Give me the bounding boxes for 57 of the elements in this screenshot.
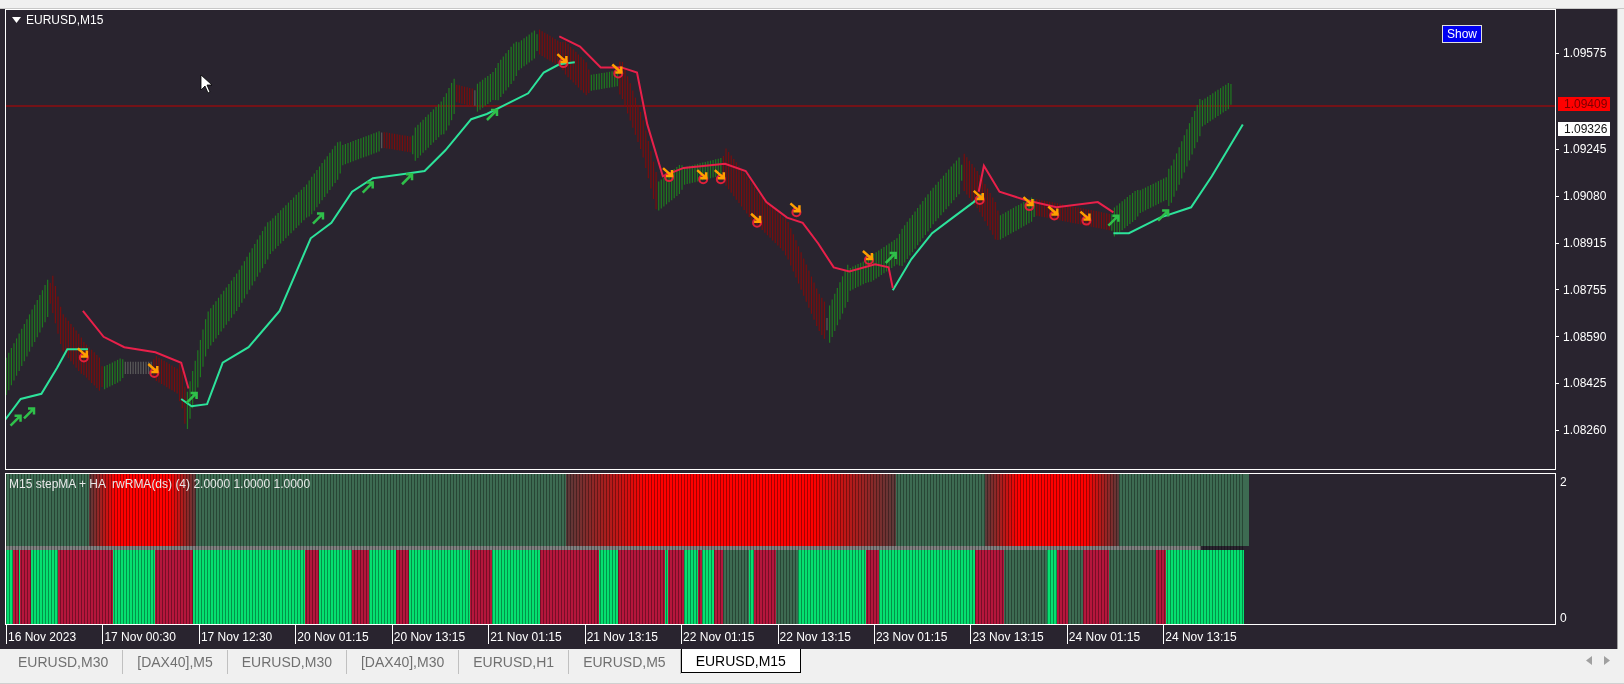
price-label: 1.08260 <box>1556 423 1607 438</box>
indicator-axis-label: 0 <box>1560 611 1568 625</box>
down-arrow-icon <box>611 63 624 79</box>
down-arrow-icon <box>1047 205 1060 221</box>
price-label: 1.08590 <box>1556 329 1607 344</box>
bid-price-tag: 1.09409 <box>1558 97 1611 111</box>
indicator-label: M15 stepMA + HA rwRMA(ds) (4) 2.0000 1.0000 1.0000 <box>9 477 311 491</box>
show-button[interactable]: Show <box>1441 25 1482 43</box>
up-arrow-icon <box>1107 214 1120 227</box>
time-label: 23 Nov 01:15 <box>873 625 948 644</box>
down-arrow-icon <box>1079 210 1092 226</box>
time-label: 22 Nov 01:15 <box>681 625 755 644</box>
down-arrow-icon <box>147 362 160 378</box>
down-arrow-icon <box>76 347 89 363</box>
up-arrow-icon <box>485 108 499 122</box>
down-arrow-icon <box>556 52 569 69</box>
down-arrow-icon <box>861 249 874 265</box>
time-label: 16 Nov 2023 <box>6 625 77 644</box>
down-arrow-icon <box>661 166 675 183</box>
down-arrow-icon <box>789 202 802 218</box>
price-label: 1.08425 <box>1556 376 1607 391</box>
up-arrow-icon <box>361 181 374 194</box>
up-arrow-icon <box>884 251 897 265</box>
time-label: 23 Nov 13:15 <box>970 625 1044 644</box>
time-label: 22 Nov 13:15 <box>777 625 851 644</box>
price-label: 1.09245 <box>1556 142 1607 157</box>
up-arrow-icon <box>311 212 325 225</box>
scroll-left-icon[interactable] <box>1586 656 1592 665</box>
up-arrow-icon <box>400 173 414 186</box>
time-label: 24 Nov 01:15 <box>1066 625 1141 644</box>
up-arrow-icon <box>9 414 22 427</box>
time-label: 17 Nov 00:30 <box>102 625 176 644</box>
down-arrow-icon <box>972 189 985 205</box>
down-arrow-icon <box>1022 195 1035 212</box>
time-label: 20 Nov 13:15 <box>391 625 466 644</box>
time-label: 21 Nov 13:15 <box>584 625 658 644</box>
time-label: 20 Nov 01:15 <box>295 625 369 644</box>
up-arrow-icon <box>22 407 36 420</box>
time-label: 17 Nov 12:30 <box>198 625 273 644</box>
time-label: 21 Nov 01:15 <box>488 625 562 644</box>
down-arrow-icon <box>713 168 726 185</box>
chart-tab[interactable]: EURUSD,M15 <box>680 649 801 673</box>
price-label: 1.08755 <box>1556 282 1607 297</box>
up-arrow-icon <box>1156 209 1170 222</box>
cursor-icon <box>200 74 213 94</box>
price-label: 1.09575 <box>1556 46 1607 60</box>
indicator-axis-label: 2 <box>1560 475 1568 489</box>
price-label: 1.09080 <box>1556 189 1607 204</box>
down-arrow-icon <box>695 168 709 185</box>
chart-title: EURUSD,M15 <box>26 13 104 27</box>
scroll-right-icon[interactable] <box>1604 656 1610 665</box>
time-label: 24 Nov 13:15 <box>1163 625 1237 644</box>
price-label: 1.08915 <box>1556 236 1607 251</box>
down-arrow-icon <box>749 212 763 228</box>
up-arrow-icon <box>185 391 198 405</box>
price-tag: 1.09326 <box>1558 122 1611 136</box>
collapse-triangle-icon[interactable] <box>12 17 21 23</box>
